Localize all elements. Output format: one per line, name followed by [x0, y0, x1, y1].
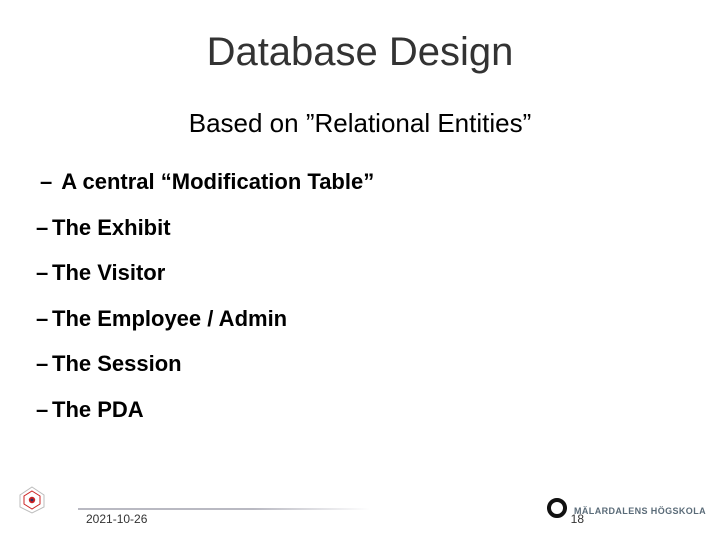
slide-subtitle: Based on ”Relational Entities”	[0, 108, 720, 139]
list-item-text: A central “Modification Table”	[56, 169, 374, 194]
list-item-text: The Visitor	[52, 260, 165, 285]
footer-divider	[78, 508, 370, 510]
slide: Database Design Based on ”Relational Ent…	[0, 0, 720, 540]
list-item: –The Visitor	[36, 259, 676, 287]
list-item: –The Employee / Admin	[36, 305, 676, 333]
mdh-logo: MÄLARDALENS HÖGSKOLA	[546, 497, 706, 524]
list-item-text: The Session	[52, 351, 182, 376]
mdh-logo-text: MÄLARDALENS HÖGSKOLA	[574, 506, 706, 516]
list-item: –The Session	[36, 350, 676, 378]
list-item-text: The PDA	[52, 397, 144, 422]
bullet-list: – A central “Modification Table” –The Ex…	[36, 168, 676, 441]
list-item: –The Exhibit	[36, 214, 676, 242]
fer-logo-icon	[14, 485, 50, 520]
mdh-logo-icon	[546, 497, 568, 524]
list-item-text: The Employee / Admin	[52, 306, 287, 331]
slide-title: Database Design	[0, 30, 720, 75]
footer: 2021-10-26 18 MÄLARDALENS HÖGSKOLA	[0, 484, 720, 540]
list-item: –The PDA	[36, 396, 676, 424]
list-item: – A central “Modification Table”	[36, 168, 676, 196]
footer-date: 2021-10-26	[86, 512, 147, 526]
list-item-text: The Exhibit	[52, 215, 171, 240]
